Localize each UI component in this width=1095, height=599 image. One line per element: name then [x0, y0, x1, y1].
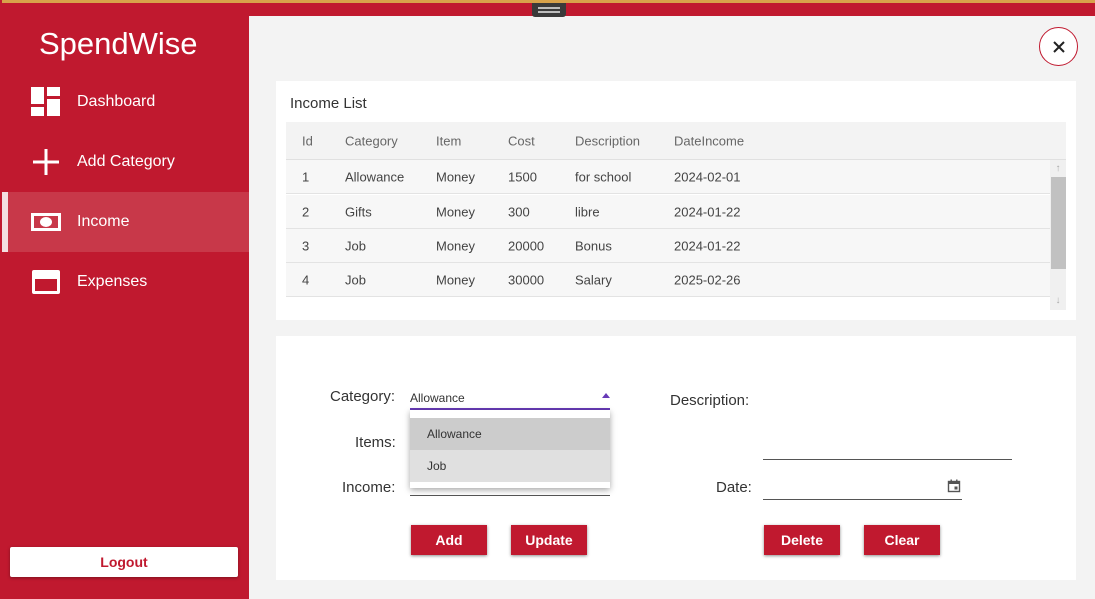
column-header-description[interactable]: Description: [575, 133, 640, 148]
cell-cost: 20000: [508, 238, 545, 253]
column-header-id[interactable]: Id: [302, 133, 313, 148]
sidebar-item-label: Income: [77, 213, 130, 230]
sidebar-item-expenses[interactable]: Expenses: [2, 252, 249, 312]
cell-item: Money: [436, 169, 476, 184]
window-drag-handle[interactable]: [532, 3, 566, 17]
delete-button[interactable]: Delete: [764, 525, 840, 555]
cell-id: 4: [302, 272, 310, 287]
cell-id: 3: [302, 238, 310, 253]
cell-date: 2024-01-22: [674, 204, 741, 219]
income-list-card: Income List Id Category Item Cost Descri…: [276, 81, 1076, 320]
sidebar-item-label: Add Category: [77, 153, 175, 170]
cell-description: Salary: [575, 272, 612, 287]
window-title-bar: [0, 0, 1095, 17]
column-header-item[interactable]: Item: [436, 133, 461, 148]
clear-button[interactable]: Clear: [864, 525, 940, 555]
cell-description: Bonus: [575, 238, 612, 253]
credit-card-icon: [30, 266, 62, 298]
cell-item: Money: [436, 238, 476, 253]
cell-category: Job: [345, 272, 366, 287]
sidebar-item-label: Expenses: [77, 273, 148, 290]
column-header-dateincome[interactable]: DateIncome: [674, 133, 744, 148]
category-label: Category:: [330, 388, 396, 405]
app-title: SpendWise: [39, 26, 198, 61]
table-header: Id Category Item Cost Description DateIn…: [286, 122, 1066, 160]
cell-date: 2024-01-22: [674, 238, 741, 253]
update-button[interactable]: Update: [511, 525, 587, 555]
income-table: Id Category Item Cost Description DateIn…: [286, 122, 1066, 310]
sidebar-item-income[interactable]: Income: [2, 192, 249, 252]
category-select[interactable]: Allowance: [410, 386, 610, 410]
sidebar: SpendWise Dashboard Add Category Income …: [2, 16, 249, 599]
scrollbar-thumb[interactable]: [1051, 177, 1066, 269]
income-label: Income:: [342, 479, 396, 496]
table-row[interactable]: 4 Job Money 30000 Salary 2025-02-26: [286, 263, 1050, 297]
cell-id: 1: [302, 169, 310, 184]
dropdown-arrow-icon: [602, 393, 610, 398]
cell-description: for school: [575, 169, 632, 184]
dropdown-option-allowance[interactable]: Allowance: [410, 418, 610, 450]
cell-category: Allowance: [345, 169, 405, 184]
money-icon: [30, 206, 62, 238]
sidebar-item-add-category[interactable]: Add Category: [2, 132, 249, 192]
date-label: Date:: [716, 479, 752, 496]
cell-cost: 300: [508, 204, 530, 219]
table-row[interactable]: 2 Gifts Money 300 libre 2024-01-22: [286, 195, 1050, 229]
cell-cost: 30000: [508, 272, 545, 287]
category-select-value: Allowance: [410, 391, 465, 405]
sidebar-item-dashboard[interactable]: Dashboard: [2, 72, 249, 132]
cell-item: Money: [436, 204, 476, 219]
cell-cost: 1500: [508, 169, 537, 184]
close-icon: [1052, 40, 1065, 53]
cell-id: 2: [302, 204, 310, 219]
column-header-cost[interactable]: Cost: [508, 133, 535, 148]
close-button[interactable]: [1039, 27, 1078, 66]
description-label: Description:: [670, 392, 750, 409]
category-dropdown-menu: Allowance Job: [410, 410, 610, 488]
description-field[interactable]: [763, 459, 1012, 460]
plus-icon: [30, 146, 62, 178]
add-button[interactable]: Add: [411, 525, 487, 555]
dropdown-option-job[interactable]: Job: [410, 450, 610, 482]
logout-button[interactable]: Logout: [10, 547, 238, 577]
table-row[interactable]: 3 Job Money 20000 Bonus 2024-01-22: [286, 229, 1050, 263]
income-form-card: Category: Allowance Items: Income: Allow…: [276, 336, 1076, 580]
cell-category: Job: [345, 238, 366, 253]
calendar-icon[interactable]: [947, 479, 961, 493]
cell-date: 2025-02-26: [674, 272, 741, 287]
sidebar-item-label: Dashboard: [77, 93, 156, 110]
income-list-title: Income List: [290, 95, 367, 112]
date-field[interactable]: [763, 499, 962, 500]
column-header-category[interactable]: Category: [345, 133, 398, 148]
cell-category: Gifts: [345, 204, 372, 219]
items-label: Items:: [355, 434, 396, 451]
table-row[interactable]: 1 Allowance Money 1500 for school 2024-0…: [286, 160, 1050, 194]
cell-item: Money: [436, 272, 476, 287]
scroll-down-arrow-icon[interactable]: ↓: [1050, 294, 1066, 308]
vertical-scrollbar[interactable]: ↑ ↓: [1050, 160, 1066, 310]
cell-description: libre: [575, 204, 600, 219]
income-field[interactable]: [410, 495, 610, 496]
cell-date: 2024-02-01: [674, 169, 741, 184]
scroll-up-arrow-icon[interactable]: ↑: [1050, 162, 1066, 176]
dashboard-icon: [30, 86, 62, 118]
